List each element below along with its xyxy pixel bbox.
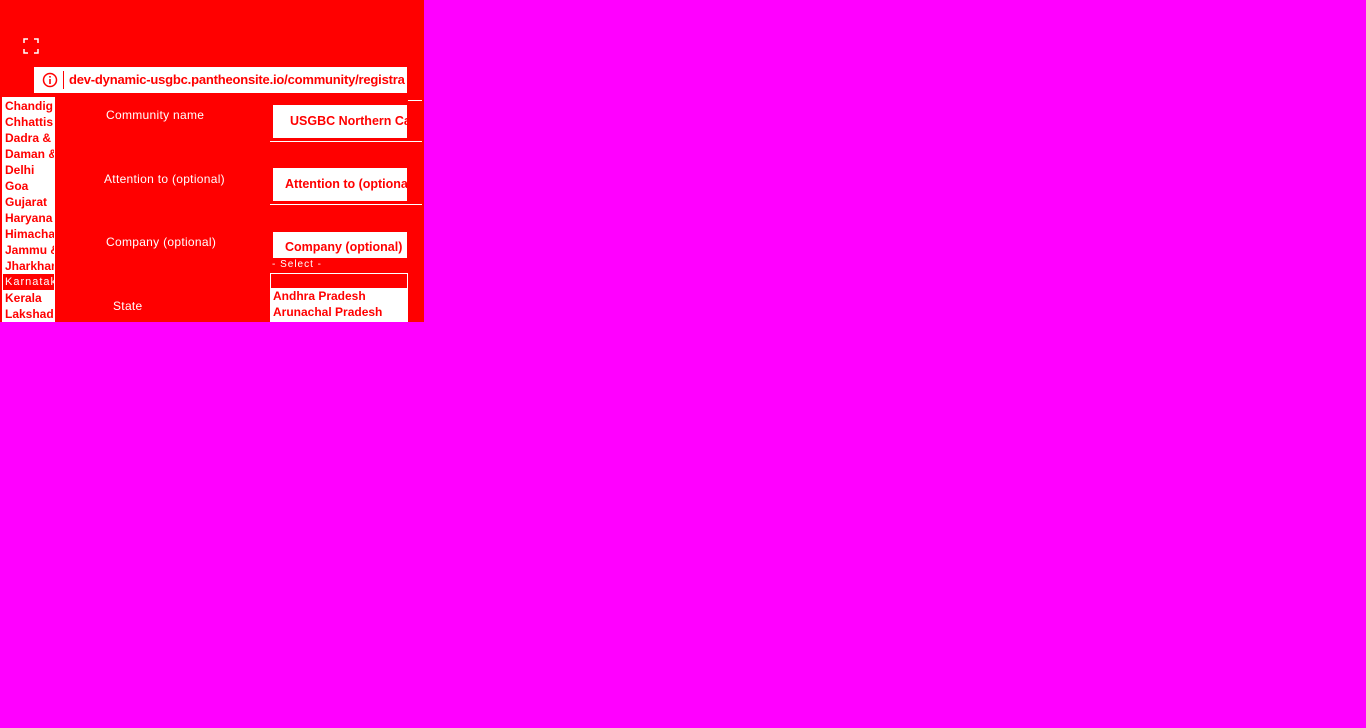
browser-window: dev-dynamic-usgbc.pantheonsite.io/commun…: [0, 0, 424, 322]
state-label: State: [113, 299, 143, 313]
list-item[interactable]: Delhi: [3, 162, 54, 178]
list-item[interactable]: Jharkhan: [3, 258, 54, 274]
divider: [408, 100, 422, 101]
divider: [270, 204, 422, 205]
company-label: Company (optional): [106, 235, 217, 249]
attention-to-placeholder: Attention to (optional): [285, 177, 407, 191]
attention-to-field[interactable]: Attention to (optional): [273, 168, 407, 201]
list-item[interactable]: Daman &: [3, 146, 54, 162]
community-name-field[interactable]: USGBC Northern Ca: [273, 105, 407, 138]
info-icon[interactable]: [42, 72, 58, 88]
state-select-caption: - Select -: [272, 259, 323, 270]
state-option[interactable]: Arunachal Pradesh: [271, 304, 407, 320]
list-item[interactable]: Jammu &: [3, 242, 54, 258]
company-field[interactable]: Company (optional): [273, 232, 407, 258]
list-item[interactable]: Gujarat: [3, 194, 54, 210]
state-option[interactable]: [271, 274, 407, 288]
list-item[interactable]: Lakshad: [3, 306, 54, 322]
list-item[interactable]: Chandig: [3, 98, 54, 114]
list-item[interactable]: Kerala: [3, 290, 54, 306]
attention-to-label: Attention to (optional): [104, 172, 225, 186]
company-placeholder: Company (optional): [285, 240, 403, 254]
list-item[interactable]: Dadra &: [3, 130, 54, 146]
community-name-value: USGBC Northern Ca: [290, 114, 407, 128]
divider: [270, 141, 422, 142]
list-item[interactable]: Chhattis: [3, 114, 54, 130]
state-option[interactable]: Andhra Pradesh: [271, 288, 407, 304]
list-item[interactable]: Goa: [3, 178, 54, 194]
url-text[interactable]: dev-dynamic-usgbc.pantheonsite.io/commun…: [69, 72, 405, 87]
list-item[interactable]: Himacha: [3, 226, 54, 242]
state-select-list[interactable]: Andhra Pradesh Arunachal Pradesh: [270, 273, 408, 322]
list-item[interactable]: Karnatak: [3, 274, 54, 290]
address-bar-divider: [63, 71, 64, 89]
community-name-label: Community name: [106, 108, 205, 122]
expand-icon[interactable]: [22, 37, 40, 55]
state-dropdown-list[interactable]: Chandig Chhattis Dadra & Daman & Delhi Goa Guj…: [2, 97, 55, 322]
address-bar[interactable]: dev-dynamic-usgbc.pantheonsite.io/commun…: [34, 67, 407, 93]
list-item[interactable]: Haryana: [3, 210, 54, 226]
